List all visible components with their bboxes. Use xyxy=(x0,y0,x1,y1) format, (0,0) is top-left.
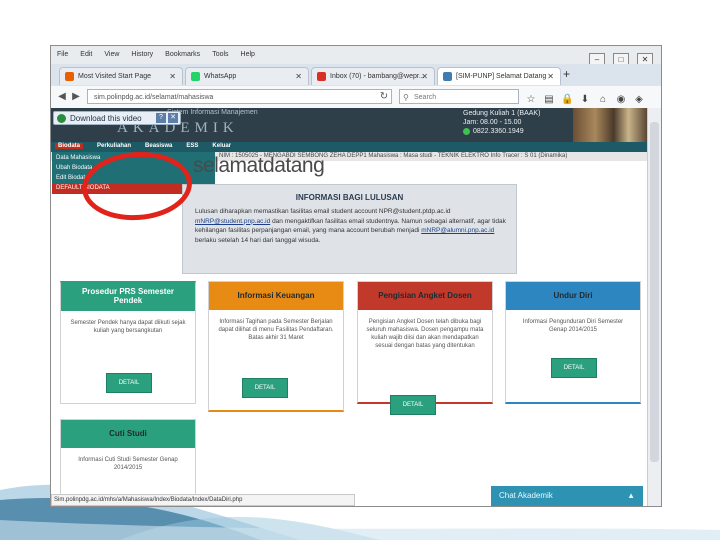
close-icon[interactable]: ✕ xyxy=(547,68,554,85)
contact-line-2: Jam: 08.00 - 15.00 xyxy=(463,119,522,126)
menu-tools[interactable]: Tools xyxy=(212,51,228,58)
card-informasi-keuangan: Informasi Keuangan Informasi Tagihan pad… xyxy=(208,281,344,412)
detail-button[interactable]: DETAIL xyxy=(551,358,597,378)
site-header: Sistem Informasi Manajemen AKADEMIK Down… xyxy=(51,108,647,142)
whatsapp-icon xyxy=(191,72,200,81)
download-video-button[interactable]: Download this video ? ✕ xyxy=(53,111,181,125)
chat-akademik-bar[interactable]: Chat Akademik ▲ xyxy=(491,486,643,506)
contact-phone: 0822.3360.1949 xyxy=(473,128,524,135)
search-icon: ⚲ xyxy=(403,93,409,102)
search-placeholder: Search xyxy=(414,94,437,101)
graduate-info-box: INFORMASI BAGI LULUSAN Lulusan diharapka… xyxy=(182,184,517,274)
contact-phone-row: 0822.3360.1949 xyxy=(463,127,540,136)
site-icon xyxy=(443,72,452,81)
tab-label: [SIM-PUNP] Selamat Datang xyxy=(456,73,547,80)
status-bar: Sim.polinpdg.ac.id/mhs/a/Mahasiswa/Index… xyxy=(51,494,355,506)
tab-selamat-datang[interactable]: [SIM-PUNP] Selamat Datang ✕ xyxy=(437,67,561,85)
contact-info: Gedung Kuliah 1 (BAAK) Jam: 08.00 - 15.0… xyxy=(463,109,540,136)
close-icon[interactable]: ✕ xyxy=(169,68,176,85)
card-title: Pengisian Angket Dosen xyxy=(358,282,492,310)
lock-icon[interactable]: 🔒 xyxy=(561,93,573,107)
close-icon[interactable]: ✕ xyxy=(168,113,178,123)
card-pengisian-angket: Pengisian Angket Dosen Pengisian Angket … xyxy=(357,281,493,404)
tab-whatsapp[interactable]: WhatsApp ✕ xyxy=(185,67,309,85)
download-video-label: Download this video xyxy=(70,114,142,123)
card-body: Semester Pendek hanya dapat diikuti seja… xyxy=(70,320,186,334)
tab-label: WhatsApp xyxy=(204,73,237,80)
scrollbar-thumb[interactable] xyxy=(650,122,659,462)
books-banner-image xyxy=(573,108,647,142)
detail-button[interactable]: DETAIL xyxy=(106,373,152,393)
detail-button[interactable]: DETAIL xyxy=(390,395,436,415)
card-undur-diri: Undur Diri Informasi Pengunduran Diri Se… xyxy=(505,281,641,404)
chat-icon[interactable]: ◉ xyxy=(615,93,627,107)
url-input[interactable]: sim.polinpdg.ac.id/selamat/mahasiswa xyxy=(87,89,392,104)
chevron-up-icon: ▲ xyxy=(627,491,635,500)
alumni-email-link[interactable]: mNRP@alumni.pnp.ac.id xyxy=(421,227,494,234)
tab-inbox[interactable]: Inbox (70) - bambang@wepr... ✕ xyxy=(311,67,435,85)
menu-bar: File Edit View History Bookmarks Tools Help – □… xyxy=(51,46,661,67)
info-box-text: Lulusan diharapkan memastikan fasilitas … xyxy=(195,207,507,245)
nav-keluar[interactable]: Keluar xyxy=(212,143,231,149)
card-title: Informasi Keuangan xyxy=(209,282,343,310)
info-box-title: INFORMASI BAGI LULUSAN xyxy=(295,193,404,202)
gmail-icon xyxy=(317,72,326,81)
info-text-1: Lulusan diharapkan memastikan fasilitas … xyxy=(195,208,451,215)
welcome-heading: selamatdatang xyxy=(193,154,325,177)
vertical-scrollbar[interactable] xyxy=(647,108,661,506)
card-cuti-studi: Cuti Studi Informasi Cuti Studi Semester… xyxy=(60,419,196,501)
card-title: Cuti Studi xyxy=(61,420,195,448)
card-angket-button-wrap: DETAIL xyxy=(390,395,442,415)
card-body: Informasi Pengunduran Diri Semester Gena… xyxy=(522,319,624,333)
status-text: Sim.polinpdg.ac.id/mhs/a/Mahasiswa/Index… xyxy=(54,497,243,503)
star-icon[interactable]: ☆ xyxy=(525,93,537,107)
new-tab-icon[interactable]: + xyxy=(563,67,570,81)
forward-icon[interactable]: ▶ xyxy=(69,90,83,104)
firefox-icon xyxy=(65,72,74,81)
card-prosedur-prs: Prosedur PRS Semester Pendek Semester Pe… xyxy=(60,281,196,404)
play-icon xyxy=(57,114,66,123)
help-icon[interactable]: ? xyxy=(156,113,166,123)
card-title: Undur Diri xyxy=(506,282,640,310)
student-email-link[interactable]: mNRP@student.pnp.ac.id xyxy=(195,218,270,225)
back-icon[interactable]: ◀ xyxy=(55,90,69,104)
menu-help[interactable]: Help xyxy=(241,51,255,58)
clipboard-icon[interactable]: ▤ xyxy=(543,93,555,107)
site-nav-menu: Biodata Perkuliahan Beasiswa ESS Keluar xyxy=(51,142,647,152)
contact-line-1: Gedung Kuliah 1 (BAAK) xyxy=(463,110,541,117)
nav-perkuliahan[interactable]: Perkuliahan xyxy=(97,143,131,149)
url-text: sim.polinpdg.ac.id/selamat/mahasiswa xyxy=(94,94,214,101)
detail-button[interactable]: DETAIL xyxy=(242,378,288,398)
navigation-bar: ◀ ▶ sim.polinpdg.ac.id/selamat/mahasiswa… xyxy=(51,86,661,123)
nav-beasiswa[interactable]: Beasiswa xyxy=(145,143,172,149)
home-icon[interactable]: ⌂ xyxy=(597,93,609,107)
menu-view[interactable]: View xyxy=(104,51,119,58)
card-body: Informasi Cuti Studi Semester Genap 2014… xyxy=(78,457,178,471)
menu-file[interactable]: File xyxy=(57,51,68,58)
reload-icon[interactable]: ↻ xyxy=(377,90,391,104)
whatsapp-icon xyxy=(463,127,470,135)
nav-biodata[interactable]: Biodata xyxy=(55,143,84,149)
menu-history[interactable]: History xyxy=(131,51,153,58)
download-icon[interactable]: ⬇ xyxy=(579,93,591,107)
tab-label: Inbox (70) - bambang@wepr... xyxy=(330,73,425,80)
card-title: Prosedur PRS Semester Pendek xyxy=(61,283,195,311)
close-icon[interactable]: ✕ xyxy=(295,68,302,85)
menu-bookmarks[interactable]: Bookmarks xyxy=(165,51,200,58)
menu-edit[interactable]: Edit xyxy=(80,51,92,58)
nav-ess[interactable]: ESS xyxy=(186,143,198,149)
card-body: Informasi Tagihan pada Semester Berjalan… xyxy=(218,319,334,341)
card-body: Pengisian Angket Dosen telah dibuka bagi… xyxy=(366,319,484,349)
addon-icon[interactable]: ◈ xyxy=(633,93,645,107)
search-input[interactable]: ⚲ Search xyxy=(399,89,519,104)
tab-start-page[interactable]: Most Visited Start Page ✕ xyxy=(59,67,183,85)
info-text-3: berlaku setelah 14 hari dari tanggal wis… xyxy=(195,236,321,244)
chat-label: Chat Akademik xyxy=(499,491,553,500)
browser-window: File Edit View History Bookmarks Tools Help – □… xyxy=(50,45,662,507)
close-icon[interactable]: ✕ xyxy=(421,68,428,85)
tab-label: Most Visited Start Page xyxy=(78,73,152,80)
